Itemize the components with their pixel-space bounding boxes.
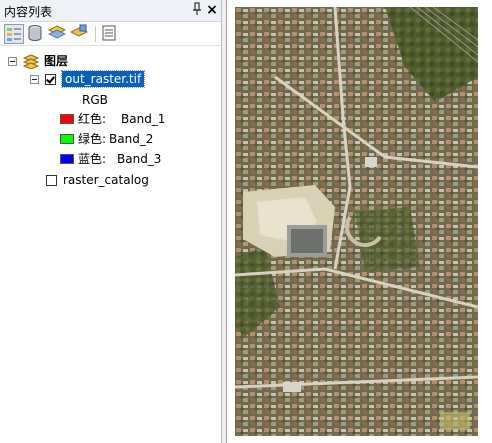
- band-channel-label: 红色:: [78, 112, 107, 126]
- list-by-visibility-button[interactable]: [47, 24, 68, 44]
- band-row-red: 红色: Band_1: [60, 110, 210, 128]
- collapse-toggle-icon[interactable]: [30, 75, 39, 84]
- list-by-source-button[interactable]: [26, 24, 46, 44]
- visibility-icon: [47, 25, 67, 39]
- close-button[interactable]: ×: [205, 2, 219, 18]
- pin-icon[interactable]: [191, 2, 203, 18]
- layer-name[interactable]: raster_catalog: [63, 171, 149, 189]
- table-of-contents-panel: 内容列表 × 图层 out_raster.tif RGB 红色: Band_1 …: [0, 0, 222, 443]
- aerial-photo-rendering: [235, 7, 478, 436]
- source-icon: [28, 25, 42, 41]
- selection-icon: [69, 24, 89, 37]
- renderer-label: RGB: [82, 93, 108, 107]
- panel-title-bar: 内容列表 ×: [0, 0, 221, 22]
- layer-row-raster-catalog[interactable]: raster_catalog: [44, 171, 214, 189]
- list-by-selection-button[interactable]: [69, 24, 90, 44]
- list-by-drawing-order-button[interactable]: [4, 24, 24, 44]
- toolbar-separator: [95, 26, 96, 42]
- panel-title: 内容列表: [4, 5, 53, 19]
- green-swatch[interactable]: [60, 134, 74, 144]
- layer-visibility-checkbox[interactable]: [45, 74, 56, 85]
- band-name: Band_3: [117, 152, 162, 166]
- options-button[interactable]: [100, 24, 120, 44]
- options-icon: [102, 25, 116, 41]
- layer-visibility-checkbox[interactable]: [46, 175, 57, 186]
- band-name: Band_1: [121, 112, 166, 126]
- band-channel-label: 绿色:: [78, 132, 107, 146]
- tree-root-layers[interactable]: 图层: [6, 52, 206, 70]
- tree-root-label: 图层: [44, 54, 69, 68]
- band-row-blue: 蓝色: Band_3: [60, 150, 210, 168]
- blue-swatch[interactable]: [60, 154, 74, 164]
- collapse-toggle-icon[interactable]: [8, 57, 17, 66]
- band-row-green: 绿色: Band_2: [60, 130, 210, 148]
- drawing-order-icon: [7, 28, 21, 41]
- layer-name[interactable]: out_raster.tif: [60, 70, 146, 88]
- band-name: Band_2: [109, 132, 154, 146]
- layer-row-out-raster[interactable]: out_raster.tif: [28, 70, 218, 88]
- red-swatch[interactable]: [60, 114, 74, 124]
- aerial-raster-image[interactable]: [235, 7, 478, 436]
- band-channel-label: 蓝色:: [78, 152, 107, 166]
- toc-toolbar: [0, 22, 221, 46]
